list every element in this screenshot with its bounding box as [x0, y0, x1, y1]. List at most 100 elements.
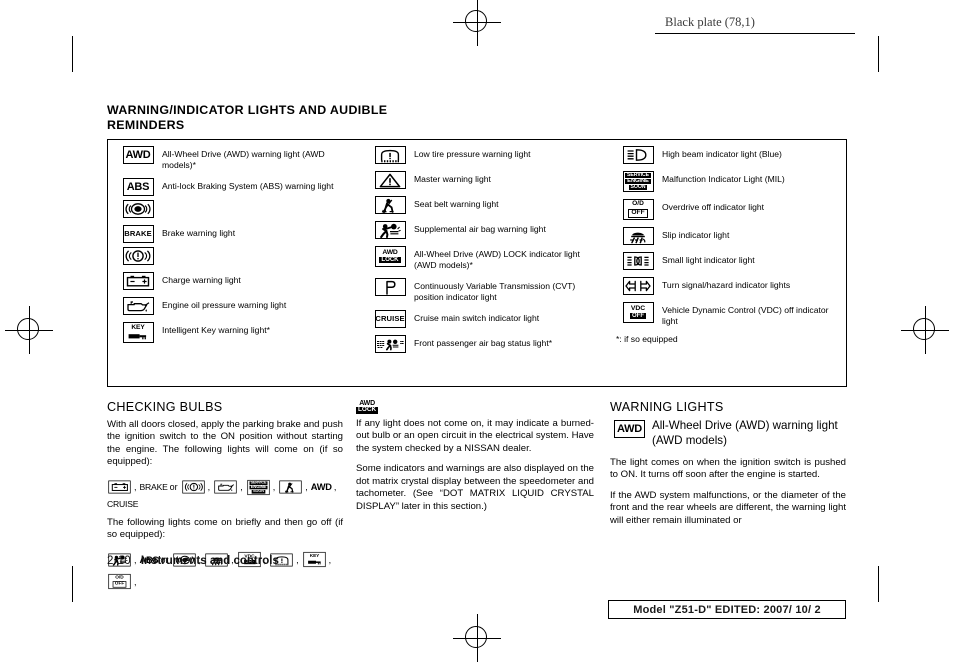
table-row-icons: [614, 277, 662, 295]
table-row-icons: [366, 221, 414, 239]
table-row-icons: [366, 278, 414, 296]
inline-seat-belt-icon: [279, 480, 302, 494]
table-column-3: High beam indicator light (Blue) SERVICE E…: [608, 140, 844, 386]
table-column-1: AWD All-Wheel Drive (AWD) warning light (…: [108, 140, 360, 386]
table-row-icons: O/D OFF: [614, 199, 662, 220]
table-row: Low tire pressure warning light: [360, 146, 608, 164]
footer-section-name: Instruments and controls: [140, 555, 279, 567]
table-row-icons: [114, 272, 162, 290]
inline-battery-icon: [108, 480, 131, 494]
inline-brake-circle-icon: [182, 480, 205, 494]
table-row-icons: AWD: [114, 146, 162, 164]
table-row: CRUISE Cruise main switch indicator light: [360, 310, 608, 328]
table-row-icons: [114, 297, 162, 315]
battery-icon: [108, 480, 131, 494]
model-edited-box: Model "Z51-D" EDITED: 2007/ 10/ 2: [608, 600, 846, 619]
table-row: AWD LOCK All-Wheel Drive (AWD) LOCK indica…: [360, 246, 608, 271]
table-row-icons: VDC OFF: [614, 302, 662, 323]
page-title: WARNING/INDICATOR LIGHTS AND AUDIBLE REM…: [107, 103, 388, 133]
table-row: O/D OFF Overdrive off indicator light: [608, 199, 844, 220]
table-row-icons: [614, 146, 662, 164]
table-row: Continuously Variable Transmission (CVT)…: [360, 278, 608, 303]
table-row-icons: [614, 252, 662, 270]
header-rule: [655, 33, 855, 34]
intelligent-key-icon: KEY: [302, 552, 326, 568]
awd-icon: AWD: [122, 146, 154, 164]
brake-circle-icon: [182, 480, 205, 494]
inline-separator: ,: [207, 482, 211, 493]
table-row-label: Low tire pressure warning light: [414, 149, 531, 159]
table-row-label: Cruise main switch indicator light: [414, 313, 540, 323]
warning-lights-paragraph-1: The light comes on when the ignition swi…: [610, 457, 846, 481]
table-row-icons: BRAKE: [114, 225, 162, 265]
table-row: AWD All-Wheel Drive (AWD) warning light (…: [108, 146, 360, 171]
middle-column-paragraph-1: If any light does not come on, it may in…: [356, 418, 594, 454]
checking-bulbs-paragraph-1: With all doors closed, apply the parking…: [107, 419, 343, 468]
table-row-label: Charge warning light: [162, 275, 241, 285]
inline-separator: ,: [333, 482, 337, 493]
table-row-label: Turn signal/hazard indicator lights: [662, 280, 791, 290]
inline-word: CRUISE: [107, 498, 139, 509]
table-row: Engine oil pressure warning light: [108, 297, 360, 315]
abs-icon: ABS: [122, 178, 154, 196]
service-engine-soon-icon: SERVICE ENGINE SOON: [247, 479, 270, 495]
service-engine-soon-icon: SERVICE ENGINE SOON: [622, 171, 654, 192]
table-row-label: All-Wheel Drive (AWD) warning light (AWD…: [162, 149, 325, 170]
registration-mark-right: [901, 306, 949, 354]
oil-pressure-icon: [214, 480, 237, 494]
awd-warning-subheading-block: AWD All-Wheel Drive (AWD) warning light …: [614, 419, 846, 448]
low-tire-pressure-icon: [374, 146, 406, 164]
inline-separator: ,: [240, 482, 243, 493]
table-row-label: Engine oil pressure warning light: [162, 300, 287, 310]
table-row-icons: CRUISE: [366, 310, 414, 328]
inline-service-engine-soon-icon: SERVICE ENGINE SOON: [247, 479, 270, 495]
awd-lock-icon: AWD LOCK: [374, 246, 406, 267]
table-row: SERVICE ENGINE SOON Malfunction Indicator L…: [608, 171, 844, 192]
table-row-label: High beam indicator light (Blue): [662, 149, 782, 159]
inline-separator: ,: [328, 554, 332, 565]
table-row: Turn signal/hazard indicator lights: [608, 277, 844, 295]
inline-separator: ,: [272, 482, 276, 493]
table-row: Front passenger air bag status light*: [360, 335, 608, 353]
inline-word: BRAKE: [139, 482, 168, 493]
registration-mark-top: [453, 0, 501, 46]
awd-icon: AWD: [614, 420, 645, 438]
table-row-label: Intelligent Key warning light*: [162, 325, 270, 335]
table-row-icons: [614, 227, 662, 245]
table-row: ABS Anti-lock Braking System (ABS) warnin…: [108, 178, 360, 218]
table-row-icons: KEY: [114, 322, 162, 343]
supplemental-air-bag-icon: [374, 221, 406, 239]
crop-mark-top-right: [878, 36, 879, 72]
table-row: KEY Intelligent Key warning light*: [108, 322, 360, 343]
brake-circle-icon: [122, 247, 154, 265]
seat-belt-icon: [374, 196, 406, 214]
registration-mark-left: [5, 306, 53, 354]
table-row-label: Overdrive off indicator light: [662, 202, 765, 212]
vdc-off-icon: VDC OFF: [622, 302, 654, 323]
black-plate-label: Black plate (78,1): [665, 15, 755, 29]
table-row: Charge warning light: [108, 272, 360, 290]
table-row-icons: [366, 146, 414, 164]
checking-bulbs-paragraph-2: The following lights come on briefly and…: [107, 516, 343, 541]
master-warning-icon: [374, 171, 406, 189]
table-row-icons: [366, 171, 414, 189]
table-row-label: Front passenger air bag status light*: [414, 338, 553, 348]
overdrive-off-icon: O/D OFF: [622, 199, 654, 220]
table-row-label: Malfunction Indicator Light (MIL): [662, 174, 785, 184]
table-row-label: Continuously Variable Transmission (CVT)…: [414, 281, 576, 302]
battery-icon: [122, 272, 154, 290]
small-light-icon: [622, 252, 654, 270]
table-row: Master warning light: [360, 171, 608, 189]
cruise-icon: CRUISE: [374, 310, 406, 328]
table-row-icons: AWD LOCK: [366, 246, 414, 267]
inline-separator: ,: [296, 554, 299, 565]
cvt-position-icon: [374, 278, 406, 296]
table-footnote: *: if so equipped: [616, 334, 678, 344]
awd-lock-icon-bottom-label: LOCK: [356, 406, 379, 415]
inline-separator: ,: [305, 482, 308, 493]
high-beam-icon: [622, 146, 654, 164]
table-row: VDC OFF Vehicle Dynamic Control (VDC) off …: [608, 302, 844, 327]
table-row-label: Slip indicator light: [662, 230, 730, 240]
checking-bulbs-column: CHECKING BULBS With all doors closed, ap…: [107, 400, 343, 600]
intelligent-key-icon: KEY: [122, 322, 154, 343]
